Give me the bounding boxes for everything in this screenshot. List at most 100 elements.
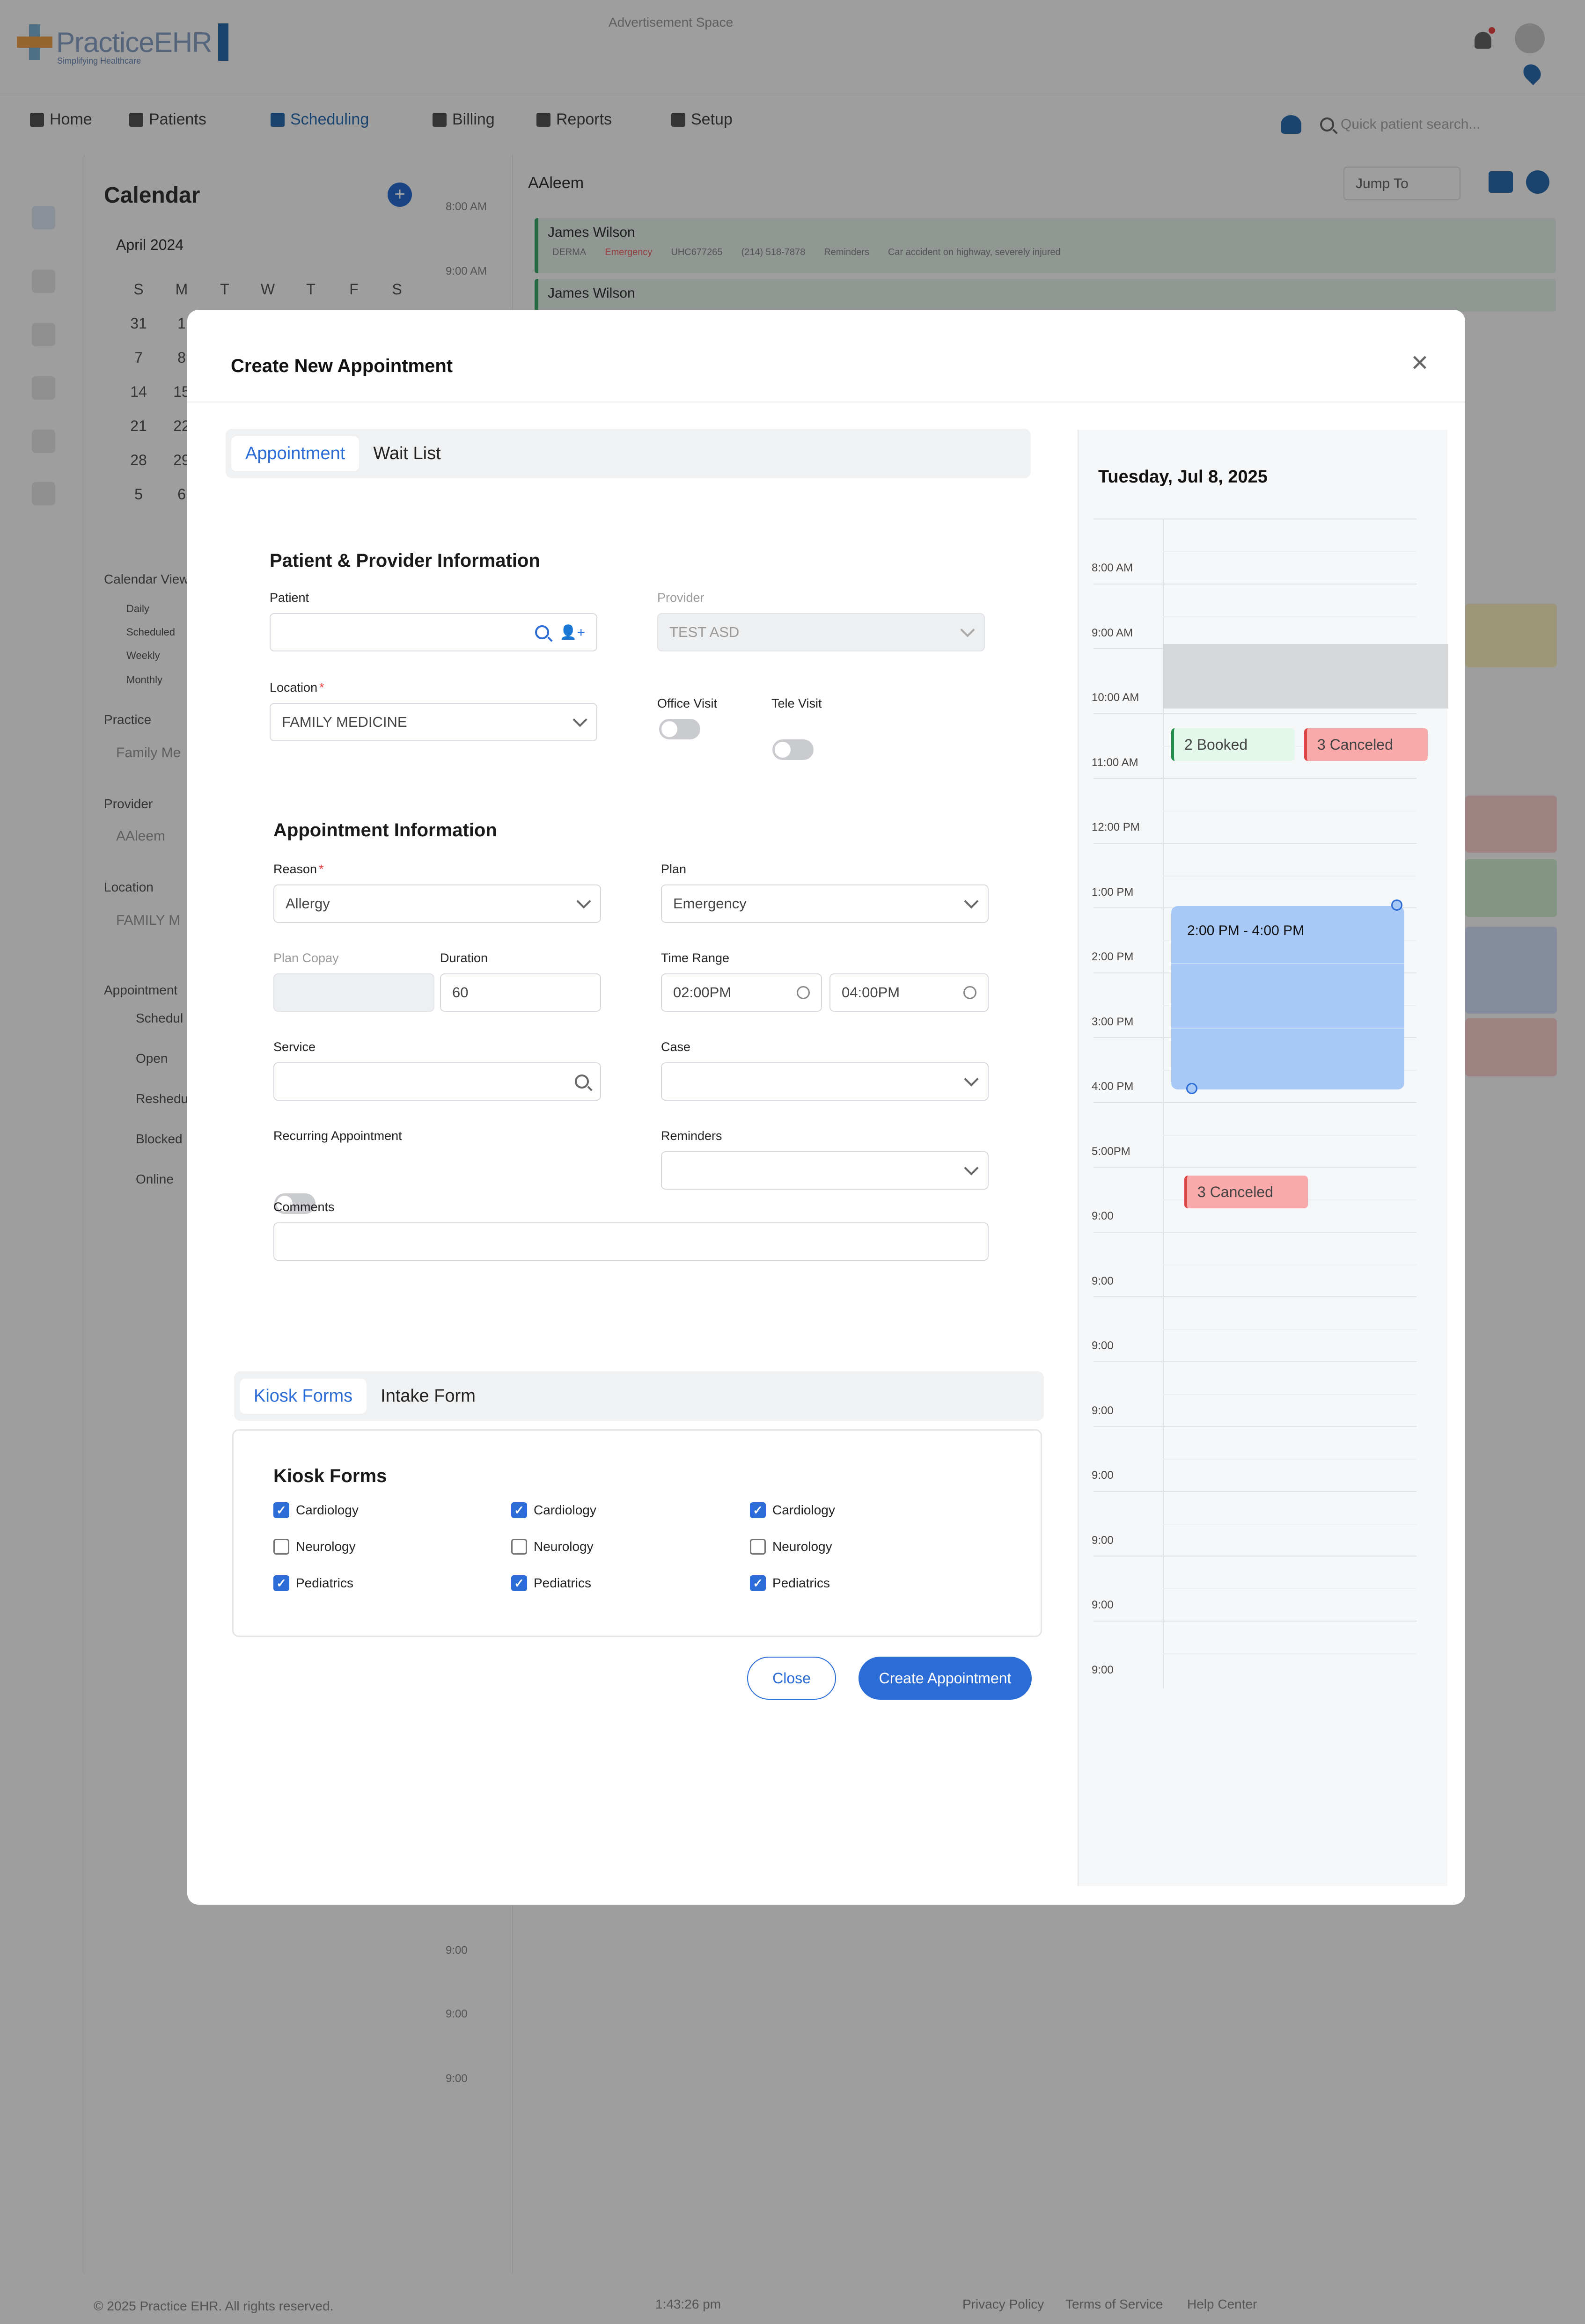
half-hour-line	[1163, 1459, 1416, 1460]
checkbox-checked[interactable]: ✓	[750, 1575, 766, 1591]
checkbox-checked[interactable]: ✓	[750, 1502, 766, 1518]
kiosk-checkbox[interactable]: Neurology	[750, 1539, 832, 1555]
duration-field[interactable]: 60	[440, 973, 601, 1012]
time-end-field[interactable]: 04:00PM	[829, 973, 989, 1012]
office-visit-label: Office Visit	[657, 696, 718, 710]
kiosk-checkbox[interactable]: ✓ Pediatrics	[273, 1575, 353, 1591]
time-slot-label: 9:00 AM	[1092, 626, 1133, 639]
reminders-label: Reminders	[661, 1129, 722, 1143]
time-slot-line	[1093, 1102, 1416, 1103]
plan-select[interactable]: Emergency	[661, 884, 989, 923]
canceled-chip[interactable]: 3 Canceled	[1184, 1176, 1308, 1208]
tab-appointment[interactable]: Appointment	[231, 436, 360, 471]
reason-value: Allergy	[286, 895, 330, 912]
location-label: Location *	[270, 680, 324, 694]
close-button[interactable]: Close	[747, 1657, 836, 1700]
time-slot-label: 1:00 PM	[1092, 885, 1134, 899]
plan-label: Plan	[661, 862, 687, 876]
checkbox-unchecked[interactable]	[273, 1539, 289, 1555]
time-slot-label: 9:00	[1092, 1469, 1114, 1482]
kiosk-checkbox[interactable]: ✓ Cardiology	[273, 1502, 359, 1518]
appointment-tabs: Appointment Wait List	[226, 429, 1031, 478]
kiosk-checkbox[interactable]: ✓ Pediatrics	[511, 1575, 591, 1591]
kiosk-label: Pediatrics	[296, 1576, 353, 1590]
service-label: Service	[273, 1040, 316, 1054]
chevron-down-icon	[576, 894, 591, 909]
half-hour-line	[1163, 616, 1416, 617]
kiosk-label: Neurology	[296, 1539, 356, 1554]
kiosk-checkbox[interactable]: ✓ Pediatrics	[750, 1575, 830, 1591]
time-slot-label: 3:00 PM	[1092, 1015, 1134, 1028]
time-slot-line	[1093, 713, 1416, 714]
tab-wait-list[interactable]: Wait List	[369, 436, 455, 471]
checkbox-unchecked[interactable]	[750, 1539, 766, 1555]
tab-kiosk-forms[interactable]: Kiosk Forms	[240, 1378, 367, 1414]
time-slot-label: 9:00	[1092, 1663, 1114, 1676]
time-range-label: Time Range	[661, 951, 730, 965]
kiosk-label: Neurology	[534, 1539, 594, 1554]
time-slot-line	[1093, 1556, 1416, 1557]
patient-provider-title: Patient & Provider Information	[270, 550, 540, 571]
clock-icon	[797, 986, 810, 999]
time-slot-line	[1093, 1491, 1416, 1492]
time-slot-label: 8:00 AM	[1092, 562, 1133, 574]
case-label: Case	[661, 1040, 691, 1054]
create-appointment-modal: Create New Appointment ✕ Appointment Wai…	[187, 310, 1465, 1905]
location-select[interactable]: FAMILY MEDICINE	[270, 703, 597, 741]
kiosk-label: Neurology	[772, 1539, 832, 1554]
tele-visit-toggle[interactable]	[772, 739, 814, 760]
add-patient-icon[interactable]: 👤+	[559, 624, 585, 641]
checkbox-checked[interactable]: ✓	[273, 1575, 289, 1591]
chevron-down-icon	[964, 1161, 979, 1176]
clock-icon	[963, 986, 976, 999]
kiosk-checkbox[interactable]: Neurology	[273, 1539, 356, 1555]
chevron-down-icon	[964, 894, 979, 909]
modal-title: Create New Appointment	[231, 356, 453, 376]
forms-tabs: Kiosk Forms Intake Form	[234, 1371, 1044, 1421]
search-icon[interactable]	[575, 1074, 589, 1089]
office-visit-toggle[interactable]	[659, 719, 700, 739]
time-slot-label: 2:00 PM	[1092, 950, 1134, 963]
provider-label: Provider	[657, 591, 704, 605]
service-field[interactable]	[273, 1062, 601, 1101]
half-hour-line	[1163, 1653, 1416, 1654]
kiosk-checkbox[interactable]: ✓ Cardiology	[750, 1502, 835, 1518]
plan-copay-label: Plan Copay	[273, 951, 339, 965]
day-view-panel: Tuesday, Jul 8, 2025 8:00 AM 9:00 AM 10:00…	[1078, 430, 1448, 1886]
booked-chip[interactable]: 2 Booked	[1171, 728, 1295, 761]
reason-select[interactable]: Allergy	[273, 884, 601, 923]
half-hour-line	[1163, 1134, 1416, 1136]
comments-field[interactable]	[273, 1222, 989, 1261]
case-select[interactable]	[661, 1062, 989, 1101]
recurring-label: Recurring Appointment	[273, 1129, 402, 1143]
kiosk-checkbox[interactable]: ✓ Cardiology	[511, 1502, 596, 1518]
checkbox-checked[interactable]: ✓	[511, 1502, 527, 1518]
location-label-text: Location	[270, 680, 318, 694]
resize-handle-bottom[interactable]	[1186, 1083, 1197, 1094]
half-hour-line	[1163, 1329, 1416, 1330]
create-appointment-button[interactable]: Create Appointment	[859, 1657, 1032, 1700]
provider-select: TEST ASD	[657, 613, 985, 651]
provider-value: TEST ASD	[669, 624, 740, 640]
tab-intake-form[interactable]: Intake Form	[377, 1379, 490, 1414]
canceled-chip[interactable]: 3 Canceled	[1304, 728, 1428, 761]
checkbox-unchecked[interactable]	[511, 1539, 527, 1555]
time-slot-label: 10:00 AM	[1092, 691, 1139, 704]
time-start-value: 02:00PM	[673, 984, 732, 1001]
checkbox-checked[interactable]: ✓	[511, 1575, 527, 1591]
time-slot-line	[1093, 1296, 1416, 1297]
resize-handle-top[interactable]	[1391, 899, 1402, 911]
patient-field[interactable]: 👤+	[270, 613, 597, 651]
half-hour-line	[1163, 551, 1416, 552]
reminders-select[interactable]	[661, 1151, 989, 1190]
time-end-value: 04:00PM	[842, 984, 900, 1001]
kiosk-checkbox[interactable]: Neurology	[511, 1539, 594, 1555]
kiosk-label: Cardiology	[772, 1503, 835, 1517]
search-icon[interactable]	[535, 625, 550, 639]
kiosk-forms-title: Kiosk Forms	[273, 1466, 387, 1486]
time-start-field[interactable]: 02:00PM	[661, 973, 822, 1012]
close-icon[interactable]: ✕	[1408, 352, 1431, 375]
selected-time-block[interactable]: 2:00 PM - 4:00 PM	[1171, 906, 1404, 1089]
time-slot-label: 9:00	[1092, 1274, 1114, 1287]
checkbox-checked[interactable]: ✓	[273, 1502, 289, 1518]
